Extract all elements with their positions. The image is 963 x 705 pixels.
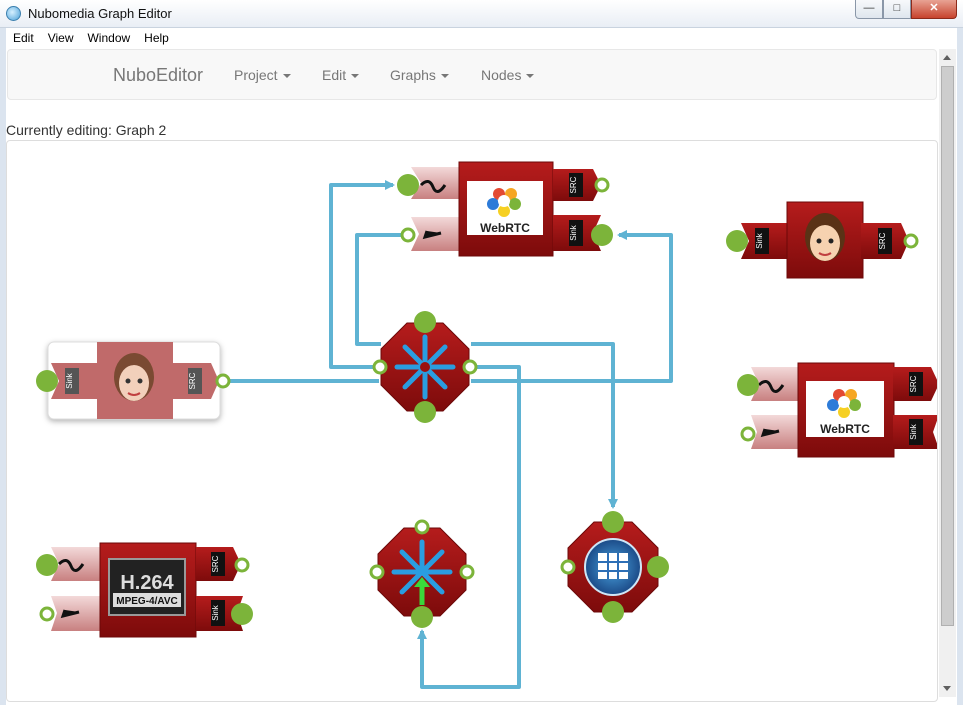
nav-project-label: Project [234, 67, 278, 83]
hub-connector[interactable] [602, 601, 624, 623]
face-icon [805, 213, 845, 261]
nav-nodes[interactable]: Nodes [481, 67, 535, 83]
h264-node[interactable]: H.264 MPEG-4/AVC SRC Sink [36, 542, 253, 638]
pad-sink-connector[interactable] [36, 370, 58, 392]
hub-connector[interactable] [560, 559, 576, 575]
pad-src-connector[interactable] [39, 606, 55, 622]
hub-connector[interactable] [647, 556, 669, 578]
graph-svg[interactable]: WebRTC SRC Sink Sink SRC Sink SRC WebRTC… [7, 141, 938, 702]
edge-hub-to-webrtc-return[interactable] [471, 230, 673, 383]
close-button[interactable]: ✕ [911, 0, 957, 19]
menu-edit[interactable]: Edit [6, 31, 41, 45]
pad-sink-label: Sink [909, 423, 918, 440]
composite-node[interactable] [560, 511, 669, 623]
pad-src-connector[interactable] [215, 373, 231, 389]
menu-view[interactable]: View [41, 31, 81, 45]
pad-sink-label: Sink [211, 604, 220, 621]
caret-down-icon [282, 74, 291, 79]
pad-sink-connector[interactable] [397, 174, 419, 196]
app-icon [6, 6, 21, 21]
pad-sink-label: Sink [65, 372, 74, 389]
pad-sink-connector[interactable] [726, 230, 748, 252]
face-icon [114, 353, 154, 401]
scroll-up-icon[interactable] [943, 55, 951, 60]
webrtc-label: WebRTC [820, 422, 870, 436]
window-title: Nubomedia Graph Editor [28, 6, 172, 21]
hub-connector[interactable] [372, 359, 388, 375]
pad-sink-label: Sink [569, 224, 578, 241]
hub-connector[interactable] [414, 519, 430, 535]
pad-src-connector[interactable] [594, 177, 610, 193]
nav-edit[interactable]: Edit [322, 67, 360, 83]
hub-dispatcher-node[interactable] [372, 311, 478, 423]
pad-src-connector[interactable] [234, 557, 250, 573]
title-bar: Nubomedia Graph Editor — □ ✕ [0, 0, 963, 28]
h264-sublabel: MPEG-4/AVC [116, 596, 178, 607]
webrtc-node-top[interactable]: WebRTC SRC Sink [397, 161, 613, 257]
pad-src-label: SRC [569, 176, 578, 193]
pad-sink-connector[interactable] [591, 224, 613, 246]
pad-src-connector[interactable] [400, 227, 416, 243]
navbar: NuboEditor Project Edit Graphs Nodes [7, 49, 937, 100]
pad-src-label: SRC [878, 232, 887, 249]
menu-help[interactable]: Help [137, 31, 176, 45]
minimize-button[interactable]: — [855, 0, 883, 19]
face-node-selected[interactable]: Sink SRC [36, 341, 231, 420]
maximize-button[interactable]: □ [883, 0, 911, 19]
graph-canvas[interactable]: WebRTC SRC Sink Sink SRC Sink SRC WebRTC… [6, 140, 938, 702]
hub-connector[interactable] [369, 564, 385, 580]
edge-hub-to-webrtc-sink[interactable] [329, 180, 395, 369]
pad-src-label: SRC [909, 375, 918, 392]
caret-down-icon [440, 74, 449, 79]
hub-connector[interactable] [602, 511, 624, 533]
grid-icon [598, 553, 628, 579]
webrtc-label: WebRTC [480, 221, 530, 235]
editing-label: Currently editing: Graph 2 [6, 122, 167, 138]
hub-connector[interactable] [414, 401, 436, 423]
nav-graphs-label: Graphs [390, 67, 436, 83]
hub-dispatcher-node-2[interactable] [369, 519, 475, 628]
hub-connector[interactable] [411, 606, 433, 628]
scroll-down-icon[interactable] [943, 686, 951, 691]
pad-sink-label: Sink [755, 232, 764, 249]
nav-project[interactable]: Project [234, 67, 291, 83]
webrtc-node-right[interactable]: WebRTC SRC Sink [737, 362, 938, 458]
pad-sink-connector[interactable] [231, 603, 253, 625]
pad-src-connector[interactable] [903, 233, 919, 249]
pad-src-label: SRC [211, 555, 220, 572]
edge-hub-to-hub2[interactable] [417, 365, 521, 689]
face-node-right[interactable]: Sink SRC [726, 201, 919, 279]
caret-down-icon [526, 74, 535, 79]
menubar: Edit View Window Help [6, 28, 956, 48]
hub-connector[interactable] [414, 311, 436, 333]
nav-graphs[interactable]: Graphs [390, 67, 449, 83]
edge-webrtc-src-to-hub[interactable] [355, 233, 407, 346]
hub-connector[interactable] [459, 564, 475, 580]
pad-sink-connector[interactable] [36, 554, 58, 576]
pad-src-label: SRC [188, 372, 197, 389]
vertical-scrollbar[interactable] [939, 49, 956, 697]
menu-window[interactable]: Window [80, 31, 137, 45]
nav-nodes-label: Nodes [481, 67, 522, 83]
caret-down-icon [351, 74, 360, 79]
pad-src-connector[interactable] [740, 426, 756, 442]
nav-edit-label: Edit [322, 67, 347, 83]
pad-sink-connector[interactable] [737, 374, 759, 396]
scroll-thumb[interactable] [941, 66, 954, 626]
h264-label: H.264 [120, 572, 174, 594]
hub-connector[interactable] [462, 359, 478, 375]
brand[interactable]: NuboEditor [113, 65, 203, 86]
